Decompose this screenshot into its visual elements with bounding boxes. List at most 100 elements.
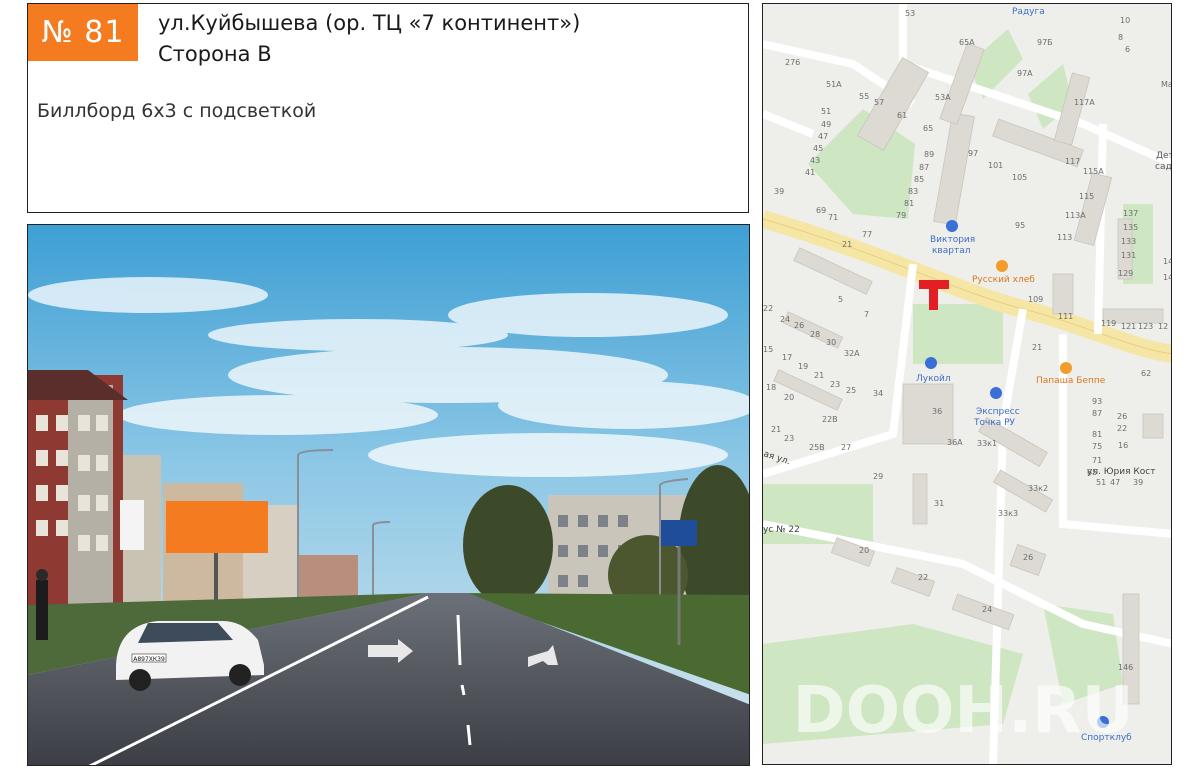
house-number: 28 (810, 330, 820, 339)
fuel-icon (925, 357, 937, 369)
house-number: 51 (1096, 478, 1106, 487)
poi-det-2: сад (1155, 162, 1172, 172)
house-number: 25 (846, 386, 856, 395)
house-number: 33к2 (1028, 484, 1048, 493)
house-number: 24 (780, 315, 790, 324)
house-number: 12 (1158, 322, 1168, 331)
house-number: 33к1 (977, 439, 997, 448)
house-number: 27 (841, 443, 851, 452)
house-number: 53А (935, 93, 951, 102)
house-number: 93 (1092, 397, 1102, 406)
house-number: 22В (822, 415, 838, 424)
house-number: 135 (1123, 223, 1138, 232)
poi-russkiy-hleb: Русский хлеб (972, 275, 1035, 285)
house-number: Ма (1161, 80, 1172, 89)
house-number: 8 (1118, 33, 1123, 42)
house-number: 129 (1118, 269, 1133, 278)
house-number: 95 (1015, 221, 1025, 230)
house-number: 21 (1032, 343, 1042, 352)
house-number: 20 (784, 393, 794, 402)
house-number: 26 (1117, 412, 1127, 421)
house-number: 65 (1087, 468, 1097, 477)
house-number: 71 (1092, 456, 1102, 465)
house-number: 83 (908, 187, 918, 196)
house-number: 87 (919, 163, 929, 172)
street-photo: А897ХК39 (27, 224, 750, 766)
house-number: 276 (785, 58, 800, 67)
poi-viktoria-1: Виктория (930, 235, 975, 245)
house-number: 47 (818, 132, 828, 141)
house-number: 97А (1017, 69, 1033, 78)
poi-det-1: Дет (1156, 151, 1172, 161)
house-number: 51А (826, 80, 842, 89)
house-number: 5 (838, 295, 843, 304)
house-number: 7 (864, 310, 869, 319)
house-number: 22 (1117, 424, 1127, 433)
poi-lukoil: Лукойл (916, 374, 951, 384)
house-number: 41 (805, 168, 815, 177)
house-number: 77 (862, 230, 872, 239)
house-number: 131 (1121, 251, 1136, 260)
house-number: 71 (828, 213, 838, 222)
house-number: 20 (859, 546, 869, 555)
house-number: 55 (859, 92, 869, 101)
house-number: 115 (1079, 192, 1094, 201)
house-number: 111 (1058, 312, 1073, 321)
poi-express-1: Экспресс (976, 407, 1020, 417)
house-number: 34 (873, 389, 883, 398)
house-number: 65А (959, 38, 975, 47)
address-line-2: Сторона B (158, 42, 272, 66)
house-number: 97Б (1037, 38, 1053, 47)
house-number: 21 (771, 425, 781, 434)
house-number: 97 (968, 149, 978, 158)
house-number: 69 (816, 206, 826, 215)
house-number: 10 (1120, 16, 1130, 25)
info-box: № 81 ул.Куйбышева (ор. ТЦ «7 континент»)… (27, 3, 749, 213)
house-number: 113А (1065, 211, 1086, 220)
house-number: 53 (905, 9, 915, 18)
street-photo-illustration: А897ХК39 (28, 225, 749, 765)
poi-express-2: Точка РУ (973, 418, 1016, 428)
house-number: 89 (924, 150, 934, 159)
dooh-watermark: DOOH.RU (792, 674, 1133, 748)
house-number: 43 (810, 156, 820, 165)
house-number: 119 (1101, 319, 1116, 328)
house-number: 31 (934, 499, 944, 508)
address-line-1: ул.Куйбышева (ор. ТЦ «7 континент») (158, 11, 581, 35)
house-number: 30 (826, 338, 836, 347)
house-number: 23 (784, 434, 794, 443)
house-number: 26 (1023, 553, 1033, 562)
house-number: 81 (1092, 430, 1102, 439)
poi-papasha: Папаша Беппе (1036, 376, 1106, 386)
house-number: 22 (918, 573, 928, 582)
house-number: 39 (774, 187, 784, 196)
house-number: 87 (1092, 409, 1102, 418)
house-number: 115А (1083, 167, 1104, 176)
house-number: 47 (1110, 478, 1120, 487)
house-number: 36 (932, 407, 942, 416)
house-number: 101 (988, 161, 1003, 170)
restaurant-icon (1060, 362, 1072, 374)
house-number: 36А (947, 438, 963, 447)
house-number: 45 (813, 144, 823, 153)
location-map[interactable]: Радуга Виктория квартал Русский хлеб Лук… (762, 3, 1172, 765)
house-number: 121 (1121, 322, 1136, 331)
house-number: 117 (1065, 157, 1080, 166)
house-number: 14 (1163, 257, 1172, 266)
house-number: 14 (1163, 273, 1172, 282)
house-number: 146 (1118, 663, 1133, 672)
house-number: 16 (1118, 441, 1128, 450)
house-number: 6 (1125, 45, 1130, 54)
house-number: 18 (766, 383, 776, 392)
poi-viktoria-2: квартал (932, 246, 970, 256)
house-number: 57 (874, 98, 884, 107)
house-number: 137 (1123, 209, 1138, 218)
house-number: 21 (814, 371, 824, 380)
house-number: 61 (897, 111, 907, 120)
house-number: 19 (798, 362, 808, 371)
house-number: 24 (982, 605, 992, 614)
house-number: 65 (923, 124, 933, 133)
house-number: 105 (1012, 173, 1027, 182)
house-number: 26 (794, 321, 804, 330)
house-number: 17 (782, 353, 792, 362)
